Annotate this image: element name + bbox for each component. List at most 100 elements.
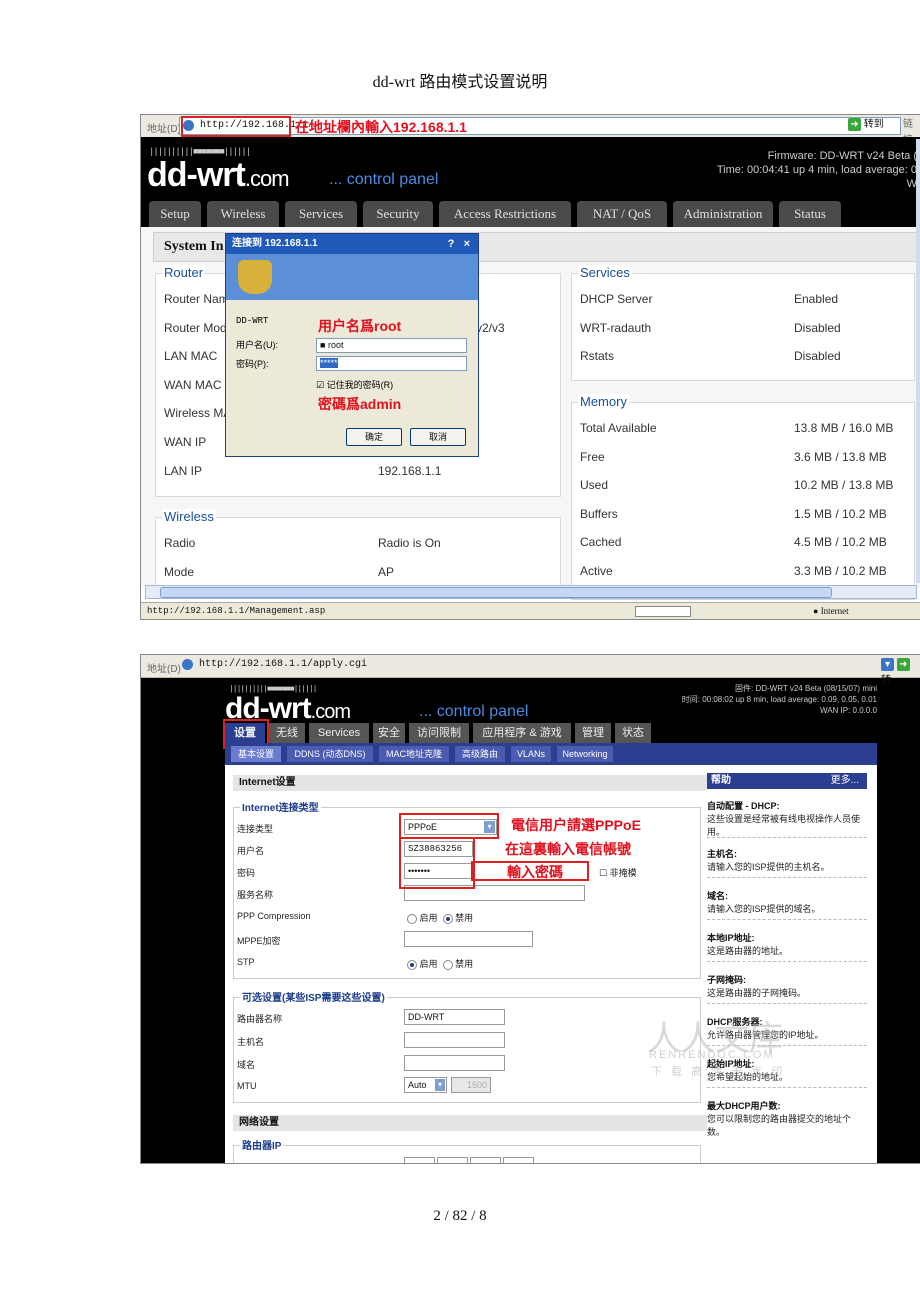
- mtu-value-input[interactable]: 1500: [451, 1077, 491, 1093]
- ip-octet-4[interactable]: [503, 1157, 534, 1163]
- user-icon: ■: [320, 340, 326, 350]
- mtu-mode-value: Auto: [408, 1080, 427, 1090]
- help-item-dhcp: 自动配置 - DHCP: 这些设置是经常被有线电视操作人员使用。: [707, 799, 867, 838]
- close-icon[interactable]: ×: [464, 238, 470, 250]
- stp-radio-enable[interactable]: [407, 959, 417, 970]
- help-icon[interactable]: ?: [448, 238, 455, 250]
- ppp-compression-label: PPP Compression: [237, 911, 311, 921]
- remember-checkbox[interactable]: ☑ 记住我的密码(R): [316, 378, 393, 391]
- url-instruction: 在地址欄內輸入192.168.1.1: [295, 119, 467, 135]
- tab-nat-qos[interactable]: NAT / QoS: [577, 201, 667, 227]
- dropdown-arrow-icon: ▾: [881, 657, 894, 671]
- watermark-url: RENRENDOC.COM: [649, 1049, 775, 1061]
- unmask-label: 非掩模: [609, 868, 637, 878]
- screenshot-basic-setup: 地址(D) http://192.168.1.1/apply.cgi ▾ ➜ 转…: [140, 654, 920, 1164]
- memory-legend: Memory: [578, 394, 629, 409]
- mppe-input[interactable]: [404, 931, 533, 947]
- services-fieldset: Services DHCP Server Enabled WRT-radauth…: [571, 265, 915, 381]
- password-note: 密碼爲admin: [318, 396, 402, 412]
- password-field[interactable]: *****: [316, 356, 467, 371]
- pppoe-highlight-box: [399, 813, 499, 839]
- router-name-input[interactable]: DD-WRT: [404, 1009, 505, 1025]
- help-item-netmask: 子网掩码: 这是路由器的子网掩码。: [707, 973, 867, 1004]
- nav-access[interactable]: 访问限制: [409, 723, 469, 743]
- tab-administration[interactable]: Administration: [673, 201, 773, 227]
- stp-radios[interactable]: 启用 禁用: [407, 957, 473, 970]
- sub-nav: 基本设置 DDNS (动态DNS) MAC地址克隆 高级路由 VLANs Net…: [225, 743, 877, 765]
- nav-admin[interactable]: 管理: [575, 723, 611, 743]
- mode-value: AP: [378, 565, 395, 579]
- subtab-networking[interactable]: Networking: [557, 746, 613, 762]
- wan-line: W: [906, 178, 917, 190]
- domain-input[interactable]: [404, 1055, 505, 1071]
- unmask-checkbox[interactable]: ☐ 非掩模: [599, 866, 637, 879]
- nav-services[interactable]: Services: [309, 723, 369, 743]
- time-line: Time: 00:04:41 up 4 min, load average: 0: [716, 164, 917, 176]
- nav-apps-games[interactable]: 应用程序 & 游戏: [473, 723, 571, 743]
- keys-icon: [238, 260, 272, 294]
- stp-radio-disable[interactable]: [442, 959, 453, 970]
- radio-disable[interactable]: [442, 913, 453, 924]
- tab-status[interactable]: Status: [779, 201, 841, 227]
- mtu-select[interactable]: Auto ▾: [404, 1077, 447, 1093]
- nav-wireless[interactable]: 无线: [269, 723, 305, 743]
- optional-legend: 可选设置(某些ISP需要这些设置): [240, 989, 387, 1004]
- username-label-2: 用户名: [237, 846, 265, 856]
- subtab-vlans[interactable]: VLANs: [511, 746, 551, 762]
- username-field[interactable]: ■ root: [316, 338, 467, 353]
- ip-octet-2[interactable]: [437, 1157, 468, 1163]
- subtab-adv-routing[interactable]: 高级路由: [455, 746, 505, 762]
- firmware-line-2: 固件: DD-WRT v24 Beta (08/15/07) mini: [735, 684, 877, 693]
- cancel-button[interactable]: 取消: [410, 428, 466, 446]
- go-label: 转到: [863, 119, 884, 130]
- ip-octet-1[interactable]: [404, 1157, 435, 1163]
- ok-button[interactable]: 确定: [346, 428, 402, 446]
- zone-label: Internet: [820, 606, 849, 616]
- scroll-thumb[interactable]: [160, 587, 832, 598]
- radio-enable[interactable]: [407, 913, 417, 924]
- tab-security[interactable]: Security: [363, 201, 433, 227]
- hostname-input[interactable]: [404, 1032, 505, 1048]
- password-note-2: 輸入密碼: [507, 864, 563, 880]
- tab-services[interactable]: Services: [285, 201, 357, 227]
- help-panel: 帮助 更多... 自动配置 - DHCP: 这些设置是经常被有线电视操作人员使用。…: [707, 773, 867, 1137]
- username-value: root: [327, 340, 344, 350]
- mem-cached-label: Cached: [580, 535, 622, 549]
- system-info-title: System In: [164, 239, 224, 254]
- router-model-label: Router Mod: [164, 321, 227, 335]
- control-panel-label: ... control panel: [329, 171, 439, 188]
- nav-security[interactable]: 安全: [373, 723, 405, 743]
- subtab-mac-clone[interactable]: MAC地址克隆: [379, 746, 449, 762]
- login-dialog: 连接到 192.168.1.1 ? × DD-WRT 用户名爲root 用户名(…: [225, 233, 479, 457]
- address-input-2[interactable]: http://192.168.1.1/apply.cgi: [179, 657, 891, 673]
- stp-label: STP: [237, 957, 255, 967]
- status-url: http://192.168.1.1/Management.asp: [147, 606, 326, 616]
- go-button[interactable]: ➜ 转到: [848, 117, 884, 133]
- help-item-local-ip: 本地IP地址: 这是路由器的地址。: [707, 931, 867, 962]
- horizontal-scrollbar[interactable]: [145, 585, 917, 599]
- help-dhcp-title: 自动配置 - DHCP:: [707, 801, 780, 811]
- mem-cached-value: 4.5 MB / 10.2 MB: [794, 535, 887, 549]
- ppp-compression-radios[interactable]: 启用 禁用: [407, 911, 473, 924]
- help-hostname-title: 主机名:: [707, 849, 737, 859]
- network-settings-header: 网络设置: [233, 1115, 707, 1131]
- tab-wireless[interactable]: Wireless: [207, 201, 279, 227]
- lan-ip-label: LAN IP: [164, 464, 203, 478]
- dialog-titlebar: 连接到 192.168.1.1 ? ×: [226, 234, 478, 254]
- vertical-scrollbar[interactable]: [916, 139, 920, 583]
- go-arrow-icon: ➜: [848, 117, 861, 131]
- links-label[interactable]: 链接: [903, 117, 920, 146]
- tab-access-restrictions[interactable]: Access Restrictions: [439, 201, 571, 227]
- help-more-link[interactable]: 更多...: [831, 773, 859, 789]
- wan-mac-label: WAN MAC: [164, 378, 222, 392]
- nav-status[interactable]: 状态: [615, 723, 651, 743]
- page-number: 2 / 82 / 8: [433, 1208, 487, 1224]
- subtab-ddns[interactable]: DDNS (动态DNS): [287, 746, 373, 762]
- mem-active-label: Active: [580, 564, 613, 578]
- ip-octet-3[interactable]: [470, 1157, 501, 1163]
- wan-ip-label: WAN IP: [164, 435, 207, 449]
- help-dhcp-desc: 这些设置是经常被有线电视操作人员使用。: [707, 814, 861, 837]
- go-button-2[interactable]: ▾ ➜ 转: [881, 657, 920, 686]
- tab-setup[interactable]: Setup: [149, 201, 201, 227]
- subtab-basic[interactable]: 基本设置: [231, 746, 281, 762]
